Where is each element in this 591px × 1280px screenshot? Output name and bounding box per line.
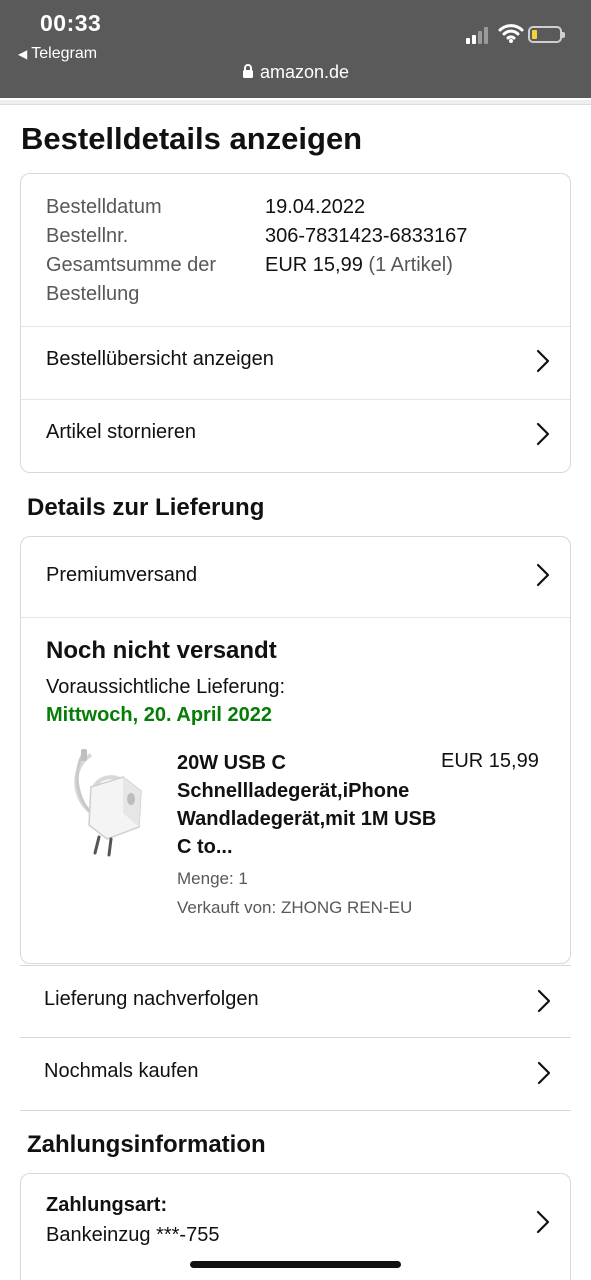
chevron-right-icon	[537, 1061, 551, 1085]
buy-again-label: Nochmals kaufen	[44, 1060, 199, 1082]
buy-again-link[interactable]: Nochmals kaufen	[20, 1038, 571, 1111]
shipping-method-link[interactable]: Premiumversand	[21, 537, 570, 617]
delivery-card: Premiumversand Noch nicht versandt Vorau…	[20, 536, 571, 964]
order-total-label: Gesamtsumme der Bestellung	[46, 254, 217, 305]
status-time: 00:33	[40, 10, 102, 36]
order-number-label: Bestellnr.	[46, 225, 129, 247]
order-summary-card: Bestelldatum 19.04.2022 Bestellnr. 306-7…	[20, 173, 571, 473]
chevron-right-icon	[536, 563, 550, 587]
order-overview-label: Bestellübersicht anzeigen	[46, 348, 274, 370]
payment-method-value: Bankeinzug ***-755	[46, 1224, 220, 1246]
back-triangle-icon: ◀	[18, 47, 28, 61]
divider	[21, 617, 570, 618]
product-image[interactable]	[61, 747, 151, 859]
chevron-right-icon	[536, 1210, 550, 1234]
home-indicator[interactable]	[190, 1261, 401, 1268]
product-quantity: Menge: 1	[177, 869, 248, 888]
order-overview-link[interactable]: Bestellübersicht anzeigen	[21, 327, 570, 399]
track-delivery-link[interactable]: Lieferung nachverfolgen	[20, 965, 571, 1038]
wifi-icon	[498, 24, 524, 43]
order-item-count: (1 Artikel)	[368, 254, 453, 276]
order-number-value: 306-7831423-6833167	[265, 225, 468, 247]
payment-section-title: Zahlungsinformation	[27, 1131, 266, 1158]
header-divider	[0, 100, 591, 105]
page-title: Bestelldetails anzeigen	[21, 121, 363, 156]
battery-icon	[528, 26, 565, 43]
shipment-status: Noch nicht versandt	[46, 637, 277, 664]
address-bar[interactable]: amazon.de	[0, 62, 591, 83]
shipping-method-label: Premiumversand	[46, 564, 198, 586]
back-app-label: Telegram	[31, 45, 98, 62]
track-delivery-label: Lieferung nachverfolgen	[44, 988, 259, 1010]
back-to-app-link[interactable]: ◀ Telegram	[18, 45, 97, 63]
top-bar: 00:33 ◀ Telegram amazon.de	[0, 0, 591, 98]
cancel-items-link[interactable]: Artikel stornieren	[21, 400, 570, 472]
product-seller: Verkauft von: ZHONG REN-EU	[177, 898, 413, 917]
lock-icon	[242, 64, 253, 78]
product-price: EUR 15,99	[441, 750, 539, 772]
chevron-right-icon	[536, 422, 550, 446]
cellular-signal-icon	[466, 26, 492, 44]
chevron-right-icon	[536, 349, 550, 373]
cancel-items-label: Artikel stornieren	[46, 421, 197, 443]
url-text: amazon.de	[259, 62, 350, 82]
product-title-link[interactable]: 20W USB C Schnellladegerät,iPhone Wandla…	[177, 749, 437, 861]
order-total-amount: EUR 15,99	[265, 254, 363, 276]
order-date-value: 19.04.2022	[265, 196, 366, 218]
order-date-label: Bestelldatum	[46, 196, 162, 218]
order-total-value: EUR 15,99 (1 Artikel)	[265, 251, 453, 280]
eta-label: Voraussichtliche Lieferung:	[46, 676, 286, 698]
chevron-right-icon	[537, 989, 551, 1013]
eta-date: Mittwoch, 20. April 2022	[46, 704, 272, 726]
delivery-section-title: Details zur Lieferung	[27, 494, 265, 521]
payment-method-label: Zahlungsart:	[46, 1194, 168, 1216]
